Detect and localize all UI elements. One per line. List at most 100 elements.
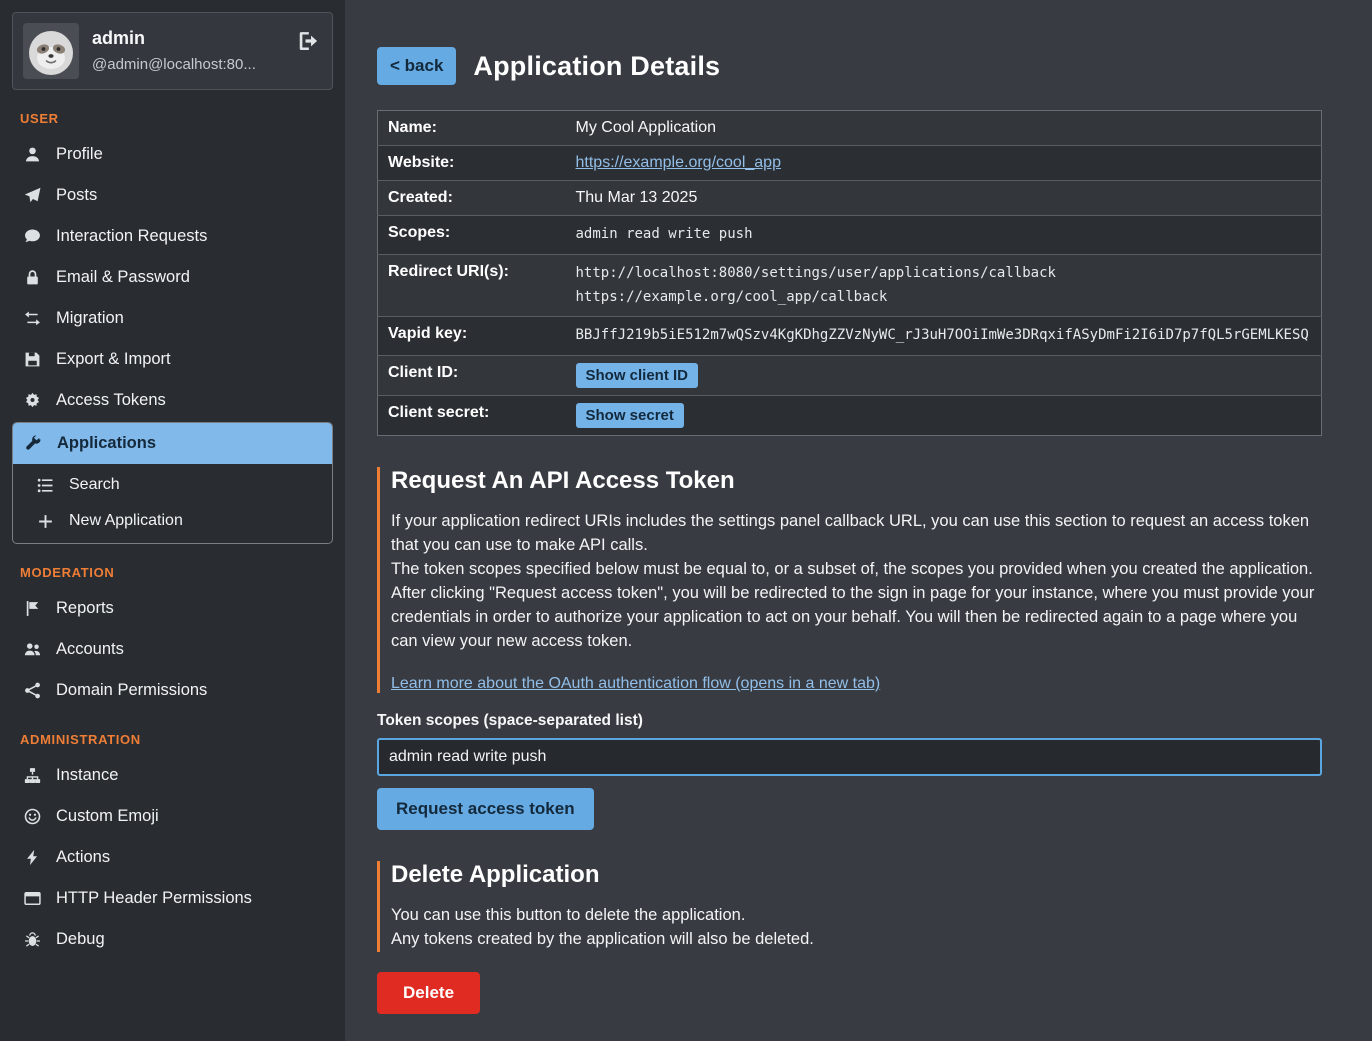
back-button[interactable]: < back	[377, 47, 456, 85]
sidebar-item-label: Email & Password	[56, 268, 190, 287]
page-header: < back Application Details	[377, 47, 1322, 85]
token-scopes-input[interactable]	[377, 738, 1322, 776]
sidebar-item-applications[interactable]: Applications	[13, 423, 332, 464]
user-card: admin @admin@localhost:80...	[12, 12, 333, 90]
sidebar-item-debug[interactable]: Debug	[12, 919, 333, 960]
http-header-permissions-icon	[22, 890, 42, 907]
detail-label: Website:	[378, 146, 568, 181]
detail-row: Scopes:admin read write push	[378, 216, 1322, 255]
nav-sub-menu: Search New Application	[13, 464, 332, 543]
sidebar-item-posts[interactable]: Posts	[12, 175, 333, 216]
sidebar-item-access-tokens[interactable]: Access Tokens	[12, 380, 333, 421]
oauth-docs-link[interactable]: Learn more about the OAuth authenticatio…	[391, 675, 880, 693]
page-title: Application Details	[473, 51, 720, 82]
application-details-page: < back Application Details Name:My Cool …	[377, 47, 1322, 1014]
detail-label: Client ID:	[378, 356, 568, 396]
sidebar-item-label: New Application	[69, 512, 183, 530]
delete-section-line: Any tokens created by the application wi…	[391, 928, 1322, 952]
mono-value: BBJffJ219b5iE512m7wQSzv4KgKDhgZZVzNyWC_r…	[576, 324, 1314, 348]
sidebar-item-new-application[interactable]: New Application	[13, 503, 332, 539]
mono-value: https://example.org/cool_app/callback	[576, 286, 1314, 310]
sidebar-item-label: Domain Permissions	[56, 681, 207, 700]
sidebar-item-search[interactable]: Search	[13, 467, 332, 503]
detail-value: admin read write push	[568, 216, 1322, 255]
sidebar-item-domain-permissions[interactable]: Domain Permissions	[12, 670, 333, 711]
detail-value: https://example.org/cool_app	[568, 146, 1322, 181]
nav-section-label: MODERATION	[20, 565, 325, 580]
token-section-title: Request An API Access Token	[391, 467, 1322, 495]
email-password-icon	[22, 269, 42, 286]
app-root: admin @admin@localhost:80... USER Profile…	[0, 0, 1372, 1041]
sidebar-item-instance[interactable]: Instance	[12, 755, 333, 796]
profile-icon	[22, 146, 42, 163]
sidebar-item-label: Debug	[56, 930, 105, 949]
sidebar-item-label: Reports	[56, 599, 114, 618]
nav-section-label: ADMINISTRATION	[20, 732, 325, 747]
show-client-id-button[interactable]: Show client ID	[576, 363, 699, 388]
sidebar-item-migration[interactable]: Migration	[12, 298, 333, 339]
mono-value: http://localhost:8080/settings/user/appl…	[576, 262, 1314, 286]
delete-button[interactable]: Delete	[377, 972, 480, 1014]
detail-value: BBJffJ219b5iE512m7wQSzv4KgKDhgZZVzNyWC_r…	[568, 317, 1322, 356]
detail-value: http://localhost:8080/settings/user/appl…	[568, 254, 1322, 317]
sidebar-item-http-header-permissions[interactable]: HTTP Header Permissions	[12, 878, 333, 919]
sidebar-item-label: Migration	[56, 309, 124, 328]
user-info: admin @admin@localhost:80...	[92, 23, 256, 79]
detail-label: Redirect URI(s):	[378, 254, 568, 317]
detail-value: Thu Mar 13 2025	[568, 181, 1322, 216]
user-name: admin	[92, 28, 256, 49]
sidebar-item-reports[interactable]: Reports	[12, 588, 333, 629]
sidebar-item-profile[interactable]: Profile	[12, 134, 333, 175]
actions-icon	[22, 849, 42, 866]
detail-row: Vapid key:BBJffJ219b5iE512m7wQSzv4KgKDhg…	[378, 317, 1322, 356]
sidebar-item-label: Actions	[56, 848, 110, 867]
reports-flag-icon	[22, 600, 42, 617]
export-import-icon	[22, 351, 42, 368]
sidebar-nav: USER Profile Posts Interaction Requests Emai…	[12, 111, 333, 960]
debug-icon	[22, 931, 42, 948]
request-access-token-button[interactable]: Request access token	[377, 788, 594, 830]
token-section-paragraph: If your application redirect URIs includ…	[391, 510, 1322, 558]
sidebar-item-label: Export & Import	[56, 350, 171, 369]
posts-icon	[22, 187, 42, 204]
detail-label: Name:	[378, 111, 568, 146]
detail-value: My Cool Application	[568, 111, 1322, 146]
delete-section-title: Delete Application	[391, 861, 1322, 889]
detail-value: Show client ID	[568, 356, 1322, 396]
sidebar-item-label: Posts	[56, 186, 97, 205]
sidebar-item-email-password[interactable]: Email & Password	[12, 257, 333, 298]
detail-label: Created:	[378, 181, 568, 216]
user-handle: @admin@localhost:80...	[92, 56, 256, 73]
instance-icon	[22, 767, 42, 784]
nav-section-label: USER	[20, 111, 325, 126]
application-details-table: Name:My Cool ApplicationWebsite: https://…	[377, 110, 1322, 436]
sidebar-item-label: Custom Emoji	[56, 807, 159, 826]
detail-row: Website: https://example.org/cool_app	[378, 146, 1322, 181]
detail-value: Show secret	[568, 396, 1322, 436]
mono-value: admin read write push	[576, 223, 1314, 247]
show-secret-button[interactable]: Show secret	[576, 403, 684, 428]
sidebar-item-label: Profile	[56, 145, 103, 164]
sidebar-item-custom-emoji[interactable]: Custom Emoji	[12, 796, 333, 837]
plus-icon	[35, 513, 55, 530]
sidebar-item-export-import[interactable]: Export & Import	[12, 339, 333, 380]
detail-row: Created:Thu Mar 13 2025	[378, 181, 1322, 216]
detail-label: Client secret:	[378, 396, 568, 436]
delete-section-line: You can use this button to delete the ap…	[391, 904, 1322, 928]
logout-icon[interactable]	[297, 30, 319, 57]
sidebar-item-accounts[interactable]: Accounts	[12, 629, 333, 670]
token-section: Request An API Access Token If your appl…	[377, 467, 1322, 693]
interaction-requests-icon	[22, 228, 42, 245]
nav-group-applications: ApplicationsSearch New Application	[12, 422, 333, 544]
sidebar: admin @admin@localhost:80... USER Profile…	[0, 0, 345, 1041]
sidebar-item-label: Accounts	[56, 640, 124, 659]
token-section-paragraph: After clicking "Request access token", y…	[391, 582, 1322, 654]
detail-row: Client ID: Show client ID	[378, 356, 1322, 396]
sidebar-item-interaction-requests[interactable]: Interaction Requests	[12, 216, 333, 257]
website-link[interactable]: https://example.org/cool_app	[576, 154, 781, 171]
sidebar-item-actions[interactable]: Actions	[12, 837, 333, 878]
search-list-icon	[35, 477, 55, 494]
detail-row: Client secret: Show secret	[378, 396, 1322, 436]
main-panel: < back Application Details Name:My Cool …	[345, 0, 1372, 1041]
access-tokens-icon	[22, 392, 42, 409]
